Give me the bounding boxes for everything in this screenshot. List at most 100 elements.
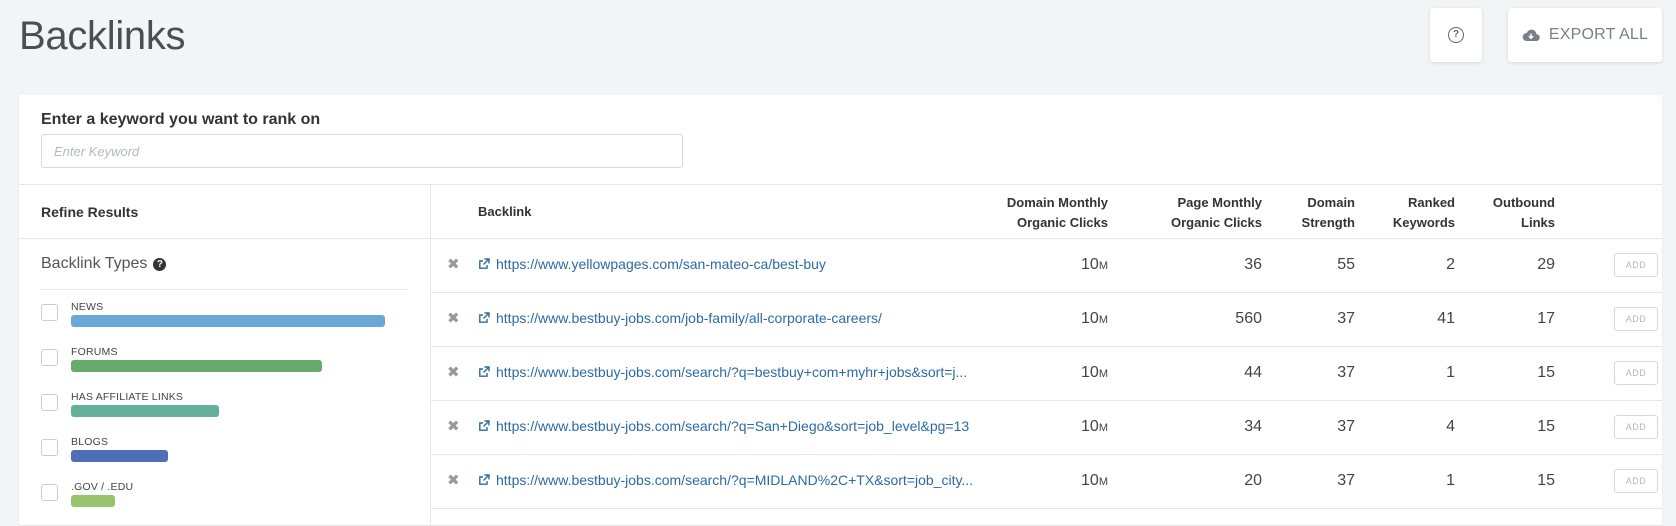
- header-domain-strength[interactable]: Domain Strength: [1302, 193, 1355, 233]
- domain-clicks-unit: M: [1098, 422, 1108, 434]
- add-button[interactable]: ADD: [1614, 469, 1658, 493]
- domain-clicks-cell: 10M: [1081, 256, 1108, 274]
- header-ranked-keywords-line2: Keywords: [1392, 215, 1455, 230]
- backlink-type-row[interactable]: .GOV / .EDU: [19, 470, 430, 515]
- ranked-keywords-cell: 1: [1446, 364, 1455, 381]
- domain-clicks-unit: M: [1098, 368, 1108, 380]
- table-row: ✖ https://www.bestbuy-jobs.com/job-family…: [430, 293, 1662, 347]
- table-row: ✖ https://www.yellowpages.com/san-mateo-c…: [430, 239, 1662, 293]
- backlink-types-label: Backlink Types: [41, 255, 148, 272]
- table-body: ✖ https://www.yellowpages.com/san-mateo-c…: [430, 239, 1662, 509]
- backlink-type-bar: [71, 360, 322, 372]
- header-page-clicks[interactable]: Page Monthly Organic Clicks: [1171, 193, 1262, 233]
- domain-clicks-cell: 10M: [1081, 472, 1108, 490]
- header-domain-clicks-line2: Organic Clicks: [1016, 215, 1108, 230]
- domain-clicks-value: 10: [1081, 364, 1099, 381]
- domain-clicks-cell: 10M: [1081, 364, 1108, 382]
- add-button[interactable]: ADD: [1614, 253, 1658, 277]
- header-page-clicks-line2: Organic Clicks: [1170, 215, 1262, 230]
- external-link-icon[interactable]: [478, 474, 490, 486]
- backlink-type-checkbox[interactable]: [41, 484, 58, 501]
- domain-clicks-unit: M: [1098, 476, 1108, 488]
- table-row: ✖ https://www.bestbuy-jobs.com/search/?q=…: [430, 401, 1662, 455]
- add-button[interactable]: ADD: [1614, 307, 1658, 331]
- domain-clicks-value: 10: [1081, 310, 1099, 327]
- header-domain-strength-line1: Domain: [1307, 195, 1355, 210]
- domain-clicks-value: 10: [1081, 472, 1099, 489]
- header-outbound-links[interactable]: Outbound Links: [1493, 193, 1555, 233]
- outbound-links-cell: 15: [1537, 418, 1555, 435]
- backlink-type-row[interactable]: FORUMS: [19, 335, 430, 380]
- outbound-links-cell: 29: [1537, 256, 1555, 273]
- backlink-type-row[interactable]: NEWS: [19, 290, 430, 335]
- backlink-type-label: .GOV / .EDU: [71, 481, 134, 493]
- remove-icon[interactable]: ✖: [447, 257, 460, 272]
- domain-clicks-cell: 10M: [1081, 418, 1108, 436]
- export-all-button[interactable]: EXPORT ALL: [1508, 8, 1662, 62]
- remove-icon[interactable]: ✖: [447, 311, 460, 326]
- help-button[interactable]: ?: [1430, 8, 1482, 62]
- backlink-type-checkbox[interactable]: [41, 439, 58, 456]
- page-clicks-cell: 560: [1235, 310, 1262, 327]
- question-icon[interactable]: ?: [153, 257, 167, 271]
- backlink-url-link[interactable]: https://www.yellowpages.com/san-mateo-ca…: [496, 256, 826, 272]
- outbound-links-cell: 17: [1537, 310, 1555, 327]
- backlink-type-bar: [71, 315, 385, 327]
- remove-icon[interactable]: ✖: [447, 419, 460, 434]
- question-circle-icon: ?: [1448, 27, 1464, 43]
- keyword-input[interactable]: [41, 134, 683, 168]
- header-ranked-keywords-line1: Ranked: [1408, 195, 1455, 210]
- page-title: Backlinks: [19, 14, 186, 58]
- domain-strength-cell: 55: [1337, 256, 1355, 273]
- domain-clicks-unit: M: [1098, 314, 1108, 326]
- external-link-icon[interactable]: [478, 258, 490, 270]
- domain-strength-cell: 37: [1337, 418, 1355, 435]
- backlinks-table: Backlink Domain Monthly Organic Clicks P…: [430, 184, 1662, 509]
- refine-sidebar: Refine Results Backlink Types ? NEWS FORU…: [19, 184, 431, 526]
- add-button[interactable]: ADD: [1614, 361, 1658, 385]
- page-clicks-cell: 20: [1244, 472, 1262, 489]
- header-domain-clicks-line1: Domain Monthly: [1006, 195, 1108, 210]
- backlink-type-bar: [71, 405, 219, 417]
- backlinks-panel: Enter a keyword you want to rank on Refi…: [19, 95, 1662, 526]
- page-clicks-cell: 36: [1244, 256, 1262, 273]
- header-outbound-links-line1: Outbound: [1492, 195, 1555, 210]
- backlink-type-checkbox[interactable]: [41, 304, 58, 321]
- page-clicks-cell: 34: [1244, 418, 1262, 435]
- export-all-label: EXPORT ALL: [1548, 26, 1649, 43]
- remove-icon[interactable]: ✖: [447, 365, 460, 380]
- external-link-icon[interactable]: [478, 366, 490, 378]
- outbound-links-cell: 15: [1537, 472, 1555, 489]
- header-domain-strength-line2: Strength: [1301, 215, 1355, 230]
- add-button[interactable]: ADD: [1614, 415, 1658, 439]
- backlink-url-link[interactable]: https://www.bestbuy-jobs.com/search/?q=S…: [496, 418, 969, 434]
- header-page-clicks-line1: Page Monthly: [1177, 195, 1262, 210]
- backlink-type-row[interactable]: BLOGS: [19, 425, 430, 470]
- backlink-type-checkbox[interactable]: [41, 349, 58, 366]
- remove-icon[interactable]: ✖: [447, 473, 460, 488]
- backlink-type-row[interactable]: HAS AFFILIATE LINKS: [19, 380, 430, 425]
- header-outbound-links-line2: Links: [1521, 215, 1555, 230]
- backlink-type-checkbox[interactable]: [41, 394, 58, 411]
- domain-clicks-value: 10: [1081, 256, 1099, 273]
- ranked-keywords-cell: 41: [1437, 310, 1455, 327]
- backlink-type-bar: [71, 450, 168, 462]
- ranked-keywords-cell: 2: [1446, 256, 1455, 273]
- backlink-url-link[interactable]: https://www.bestbuy-jobs.com/job-family/…: [496, 310, 882, 326]
- cloud-download-icon: [1522, 29, 1540, 41]
- external-link-icon[interactable]: [478, 312, 490, 324]
- domain-strength-cell: 37: [1337, 310, 1355, 327]
- backlink-type-label: BLOGS: [71, 436, 109, 448]
- header-backlink[interactable]: Backlink: [478, 202, 531, 222]
- domain-clicks-value: 10: [1081, 418, 1099, 435]
- outbound-links-cell: 15: [1537, 364, 1555, 381]
- ranked-keywords-cell: 1: [1446, 472, 1455, 489]
- ranked-keywords-cell: 4: [1446, 418, 1455, 435]
- backlink-url-link[interactable]: https://www.bestbuy-jobs.com/search/?q=M…: [496, 472, 973, 488]
- backlink-url-link[interactable]: https://www.bestbuy-jobs.com/search/?q=b…: [496, 364, 967, 380]
- backlink-types-heading: Backlink Types ?: [41, 255, 408, 290]
- external-link-icon[interactable]: [478, 420, 490, 432]
- header-domain-clicks[interactable]: Domain Monthly Organic Clicks: [1007, 193, 1108, 233]
- header-ranked-keywords[interactable]: Ranked Keywords: [1393, 193, 1455, 233]
- backlink-type-label: HAS AFFILIATE LINKS: [71, 391, 184, 403]
